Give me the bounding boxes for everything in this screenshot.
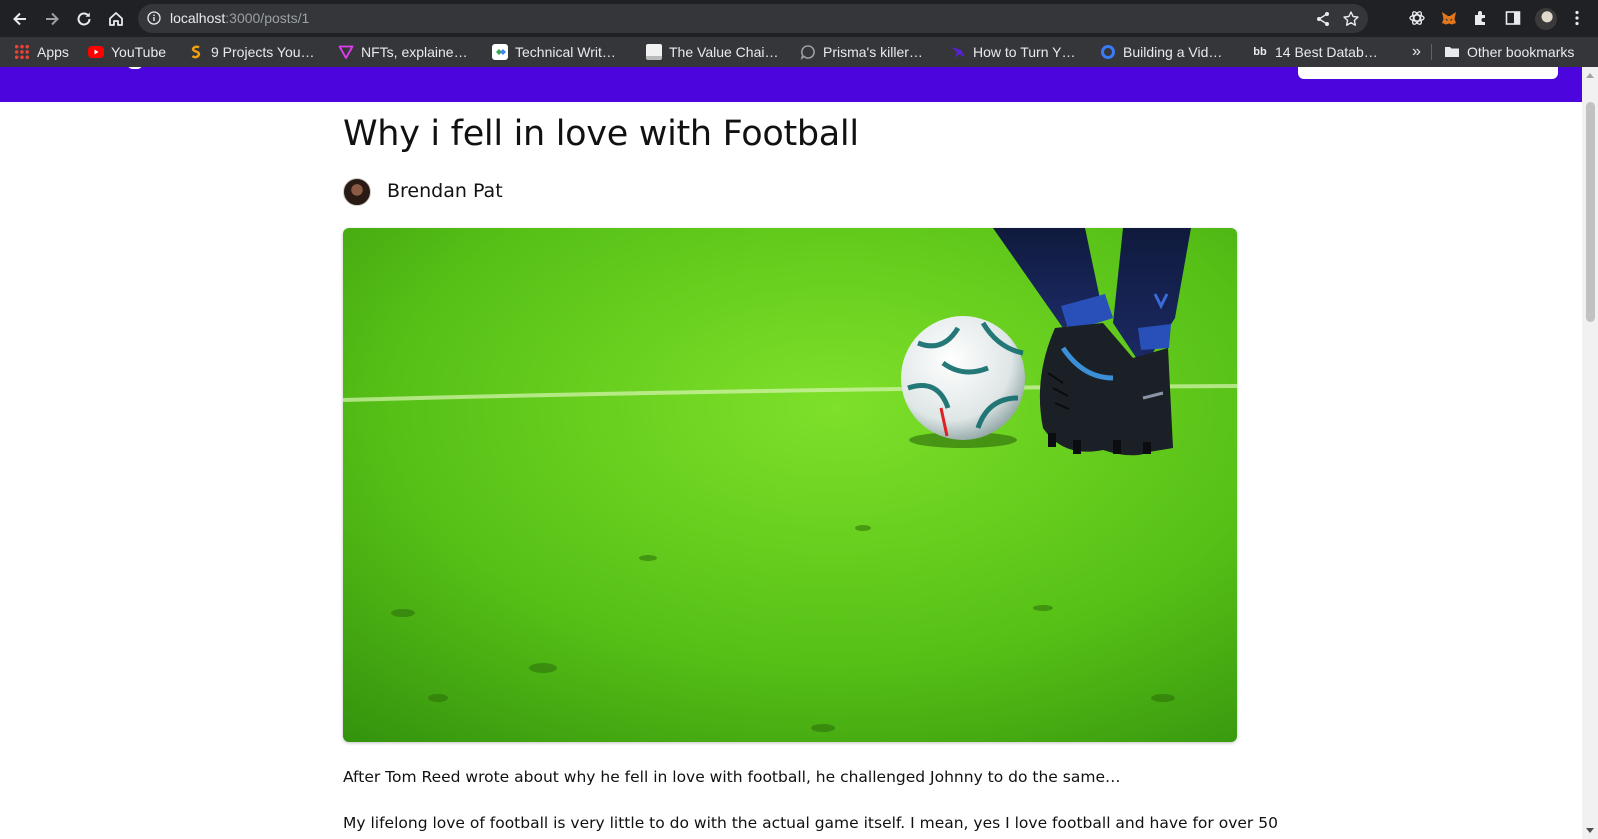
author-name[interactable]: Brendan Pat [387, 180, 503, 202]
page-scrollbar[interactable] [1582, 67, 1598, 839]
verge-icon [338, 44, 354, 60]
bookmark-label: Technical Writ… [515, 44, 616, 60]
orange-s-icon [188, 44, 204, 60]
page-icon [646, 44, 662, 60]
home-button[interactable] [100, 3, 132, 35]
apps-grid-icon [14, 44, 30, 60]
forward-arrow-icon [46, 12, 59, 26]
post-title: Why i fell in love with Football [343, 114, 859, 154]
extensions-puzzle-icon[interactable] [1472, 9, 1490, 27]
football-photo [343, 228, 1237, 742]
bb-icon: bb [1253, 46, 1267, 58]
purple-bird-icon [950, 44, 966, 60]
bookmark-label: YouTube [111, 44, 167, 60]
bookmark-label: Other bookmarks [1467, 44, 1575, 60]
bookmark-label: NFTs, explaine… [361, 44, 468, 60]
browser-toolbar: localhost:3000/posts/1 [0, 0, 1598, 37]
bookmark-label: 14 Best Datab… [1275, 44, 1378, 60]
bookmark-apps[interactable]: Apps [14, 42, 69, 62]
blue-ring-icon [1100, 44, 1116, 60]
bookmark-youtube[interactable]: YouTube [88, 42, 166, 62]
youtube-icon [88, 46, 104, 58]
bookmark-label: 9 Projects You… [211, 44, 315, 60]
info-icon [147, 11, 161, 25]
page-viewport: Why i fell in love with Football Brendan… [0, 67, 1582, 839]
reload-icon [77, 12, 91, 26]
post-paragraph: After Tom Reed wrote about why he fell i… [343, 768, 1121, 786]
share-icon[interactable] [1314, 10, 1332, 28]
bookmark-technical-writ[interactable]: Technical Writ… [492, 42, 616, 62]
bookmark-building-vid[interactable]: Building a Vid… [1100, 42, 1222, 62]
scroll-up-arrow-icon[interactable] [1586, 73, 1594, 78]
post-hero-image [343, 228, 1237, 742]
more-bookmarks-button[interactable]: » [1412, 42, 1421, 62]
folder-icon [1444, 44, 1460, 60]
bookmarks-bar: Apps YouTube 9 Projects You… NFTs, expla… [0, 37, 1598, 67]
back-button[interactable] [4, 3, 36, 35]
bookmark-star-icon[interactable] [1342, 10, 1360, 28]
bookmark-how-to-turn[interactable]: How to Turn Y… [950, 42, 1075, 62]
side-panel-icon[interactable] [1504, 9, 1522, 27]
url-text: localhost:3000/posts/1 [170, 10, 309, 26]
site-header [0, 67, 1582, 102]
author-avatar [343, 178, 371, 206]
post-paragraph: My lifelong love of football is very lit… [343, 814, 1278, 832]
scroll-thumb[interactable] [1586, 102, 1595, 322]
bookmark-14-best[interactable]: bb 14 Best Datab… [1252, 42, 1378, 62]
extension-atom-icon[interactable] [1408, 9, 1426, 27]
address-bar[interactable]: localhost:3000/posts/1 [138, 4, 1368, 33]
reload-button[interactable] [68, 3, 100, 35]
bookmark-nfts[interactable]: NFTs, explaine… [338, 42, 468, 62]
bookmark-prisma[interactable]: Prisma's killer… [800, 42, 923, 62]
back-arrow-icon [13, 12, 26, 26]
menu-kebab-icon[interactable] [1568, 9, 1586, 27]
forward-button[interactable] [36, 3, 68, 35]
bookmark-label: Apps [37, 44, 69, 60]
home-icon [109, 12, 123, 26]
header-search-input[interactable] [1298, 67, 1558, 79]
chat-bubble-icon [800, 44, 816, 60]
bookmark-label: Prisma's killer… [823, 44, 923, 60]
site-logo[interactable] [127, 67, 143, 69]
bookmarks-divider [1431, 44, 1432, 60]
doc-icon [492, 44, 508, 60]
url-host: localhost [170, 10, 226, 26]
bookmark-label: Building a Vid… [1123, 44, 1223, 60]
metamask-fox-icon[interactable] [1440, 9, 1458, 27]
other-bookmarks-folder[interactable]: Other bookmarks [1444, 42, 1574, 62]
bookmark-label: The Value Chai… [669, 44, 779, 60]
bookmark-9-projects[interactable]: 9 Projects You… [188, 42, 315, 62]
profile-avatar[interactable] [1535, 8, 1557, 30]
url-path: :3000/posts/1 [225, 10, 310, 26]
bookmark-value-chain[interactable]: The Value Chai… [646, 42, 778, 62]
scroll-down-arrow-icon[interactable] [1586, 828, 1594, 833]
bookmark-label: How to Turn Y… [973, 44, 1076, 60]
